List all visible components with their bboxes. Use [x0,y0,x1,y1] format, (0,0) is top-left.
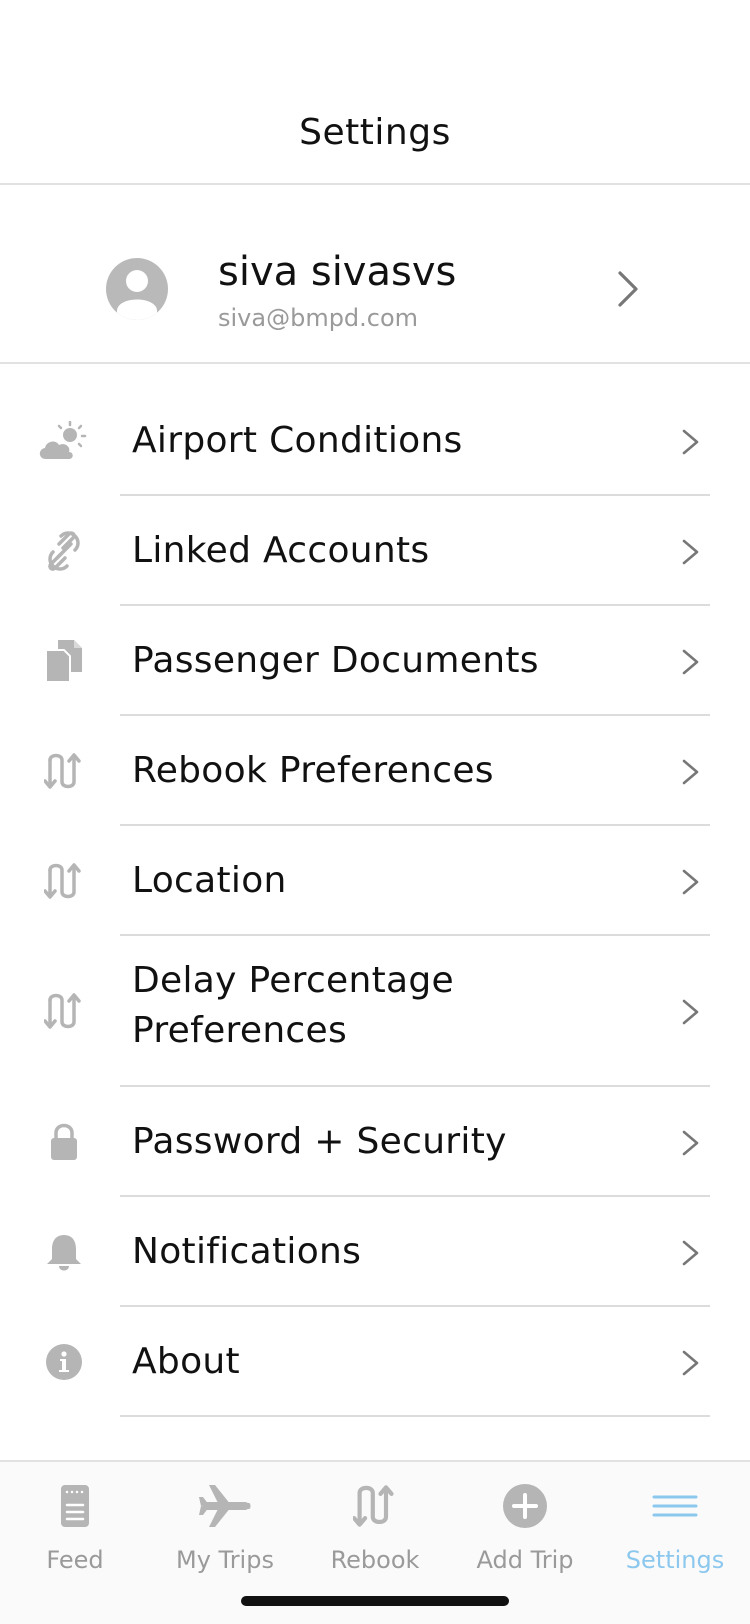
settings-item-location[interactable]: Location [0,826,750,936]
tab-label: Add Trip [476,1546,574,1574]
profile-email: siva@bmpd.com [218,304,419,332]
lock-icon [36,1114,92,1170]
settings-item-label: Notifications [132,1231,362,1272]
chevron-right-icon [682,999,699,1025]
settings-item-label: Rebook Preferences [132,750,494,791]
tab-settings[interactable]: Settings [600,1462,750,1582]
settings-item-label: Passenger Documents [132,640,539,681]
tab-label: My Trips [176,1546,274,1574]
plus-circle-icon [495,1480,555,1532]
tab-label: Rebook [330,1546,420,1574]
chevron-right-icon [682,869,699,895]
chevron-right-icon [682,649,699,675]
chevron-right-icon [682,1130,699,1156]
tab-rebook[interactable]: Rebook [300,1462,450,1582]
tab-add-trip[interactable]: Add Trip [450,1462,600,1582]
settings-item-password-security[interactable]: Password + Security [0,1087,750,1197]
chevron-right-icon [618,271,638,307]
menu-icon [645,1480,705,1532]
tab-label: Settings [625,1546,725,1574]
settings-list: Airport Conditions Linked Accounts Passe… [0,386,750,1417]
feed-icon [45,1480,105,1532]
info-icon [36,1334,92,1390]
tab-label: Feed [46,1546,104,1574]
settings-item-label: Location [132,860,287,901]
nav-header: Settings [0,0,750,185]
airplane-icon [195,1480,255,1532]
settings-item-label: Linked Accounts [132,530,430,571]
settings-item-label: Password + Security [132,1121,507,1162]
settings-item-label: Delay Percentage Preferences [132,960,454,1051]
settings-item-airport-conditions[interactable]: Airport Conditions [0,386,750,496]
settings-item-delay-percentage-preferences[interactable]: Delay Percentage Preferences [0,936,750,1087]
chevron-right-icon [682,429,699,455]
home-indicator [241,1596,509,1606]
chevron-right-icon [682,1240,699,1266]
rebook-icon [345,1480,405,1532]
rebook-icon [36,983,92,1039]
profile-name: siva sivasvs [218,249,457,295]
bell-icon [36,1224,92,1280]
rebook-icon [36,743,92,799]
settings-item-label: Airport Conditions [132,420,463,461]
rebook-icon [36,853,92,909]
chevron-right-icon [682,759,699,785]
documents-icon [36,633,92,689]
chevron-right-icon [682,539,699,565]
settings-item-rebook-preferences[interactable]: Rebook Preferences [0,716,750,826]
link-icon [36,523,92,579]
next-row-peek [0,1452,750,1460]
page-title: Settings [299,112,451,153]
profile-row[interactable]: siva sivasvs siva@bmpd.com [0,185,750,364]
settings-item-about[interactable]: About [0,1307,750,1417]
settings-item-notifications[interactable]: Notifications [0,1197,750,1307]
divider [120,1415,710,1417]
avatar-icon [106,258,168,320]
weather-icon [36,413,92,469]
chevron-right-icon [682,1350,699,1376]
tab-my-trips[interactable]: My Trips [150,1462,300,1582]
tab-feed[interactable]: Feed [0,1462,150,1582]
settings-item-linked-accounts[interactable]: Linked Accounts [0,496,750,606]
settings-item-passenger-documents[interactable]: Passenger Documents [0,606,750,716]
settings-item-label: About [132,1341,240,1382]
